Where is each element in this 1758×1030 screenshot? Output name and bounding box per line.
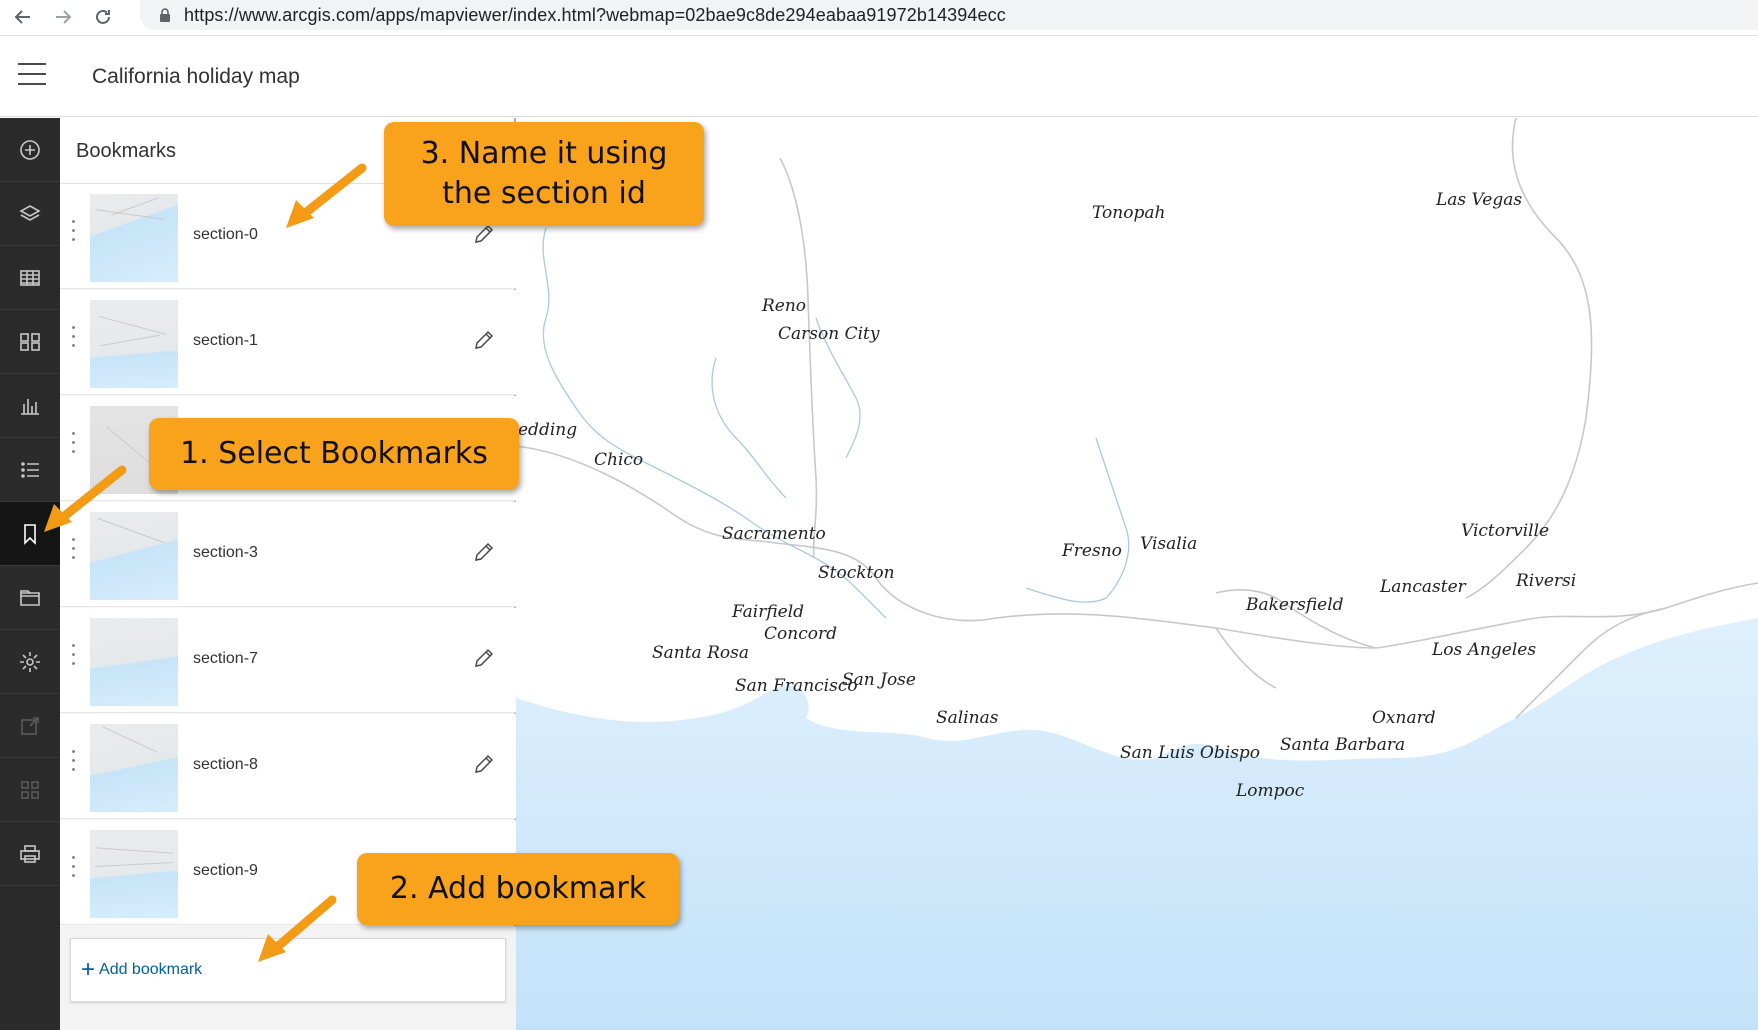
- city-label: Salinas: [936, 708, 999, 728]
- add-bookmark-area: + Add bookmark: [60, 926, 516, 1030]
- drag-handle-icon[interactable]: [72, 750, 76, 778]
- bookmark-thumbnail: [90, 194, 178, 282]
- add-tool-button[interactable]: [0, 118, 60, 182]
- legend-tool-button[interactable]: [0, 438, 60, 502]
- city-label: edding: [518, 420, 578, 440]
- add-bookmark-button[interactable]: + Add bookmark: [70, 938, 506, 1002]
- layers-icon: [19, 204, 41, 221]
- print-tool-button[interactable]: [0, 822, 60, 886]
- charts-tool-button[interactable]: [0, 374, 60, 438]
- callout-step-3-line1: 3. Name it using: [420, 135, 668, 171]
- city-label: Carson City: [778, 324, 880, 344]
- city-label: Chico: [594, 450, 644, 470]
- bookmarks-tool-button[interactable]: [0, 502, 60, 566]
- charts-icon: [21, 398, 39, 415]
- bookmark-name: section-8: [193, 756, 258, 773]
- bookmark-item[interactable]: section-8: [60, 714, 516, 819]
- basemap-tool-button[interactable]: [0, 310, 60, 374]
- pencil-icon[interactable]: [472, 328, 496, 352]
- callout-step-3: 3. Name it using the section id: [384, 122, 704, 226]
- folder-tool-button[interactable]: [0, 566, 60, 630]
- tables-tool-button[interactable]: [0, 246, 60, 310]
- grid-icon: [21, 780, 39, 799]
- city-label: Reno: [762, 296, 807, 316]
- drag-handle-icon[interactable]: [72, 326, 76, 354]
- left-toolbar: [0, 118, 60, 1030]
- print-icon: [20, 844, 40, 863]
- bookmark-thumbnail: [90, 724, 178, 812]
- settings-icon: [20, 651, 40, 672]
- bookmark-thumbnail: [90, 618, 178, 706]
- add-icon: [20, 139, 40, 160]
- pencil-icon[interactable]: [472, 752, 496, 776]
- city-label: Sacramento: [722, 524, 826, 544]
- legend-icon: [21, 461, 39, 478]
- bookmark-name: section-7: [193, 650, 258, 667]
- layers-tool-button[interactable]: [0, 182, 60, 246]
- share-tool-button[interactable]: [0, 694, 60, 758]
- city-label: San Luis Obispo: [1120, 743, 1261, 763]
- share-icon: [21, 716, 39, 735]
- city-label: Riversi: [1516, 571, 1577, 591]
- city-label: Fairfield: [732, 602, 805, 622]
- pencil-icon[interactable]: [472, 540, 496, 564]
- drag-handle-icon[interactable]: [72, 856, 76, 884]
- city-label: Concord: [764, 624, 837, 644]
- map-view[interactable]: Tonopah Las Vegas Reno Carson City eddin…: [516, 118, 1758, 1030]
- folder-icon: [20, 589, 40, 606]
- city-label: Bakersfield: [1246, 595, 1344, 615]
- drag-handle-icon[interactable]: [72, 432, 76, 460]
- bookmark-item[interactable]: section-7: [60, 608, 516, 713]
- city-label: Oxnard: [1372, 708, 1436, 728]
- bookmark-thumbnail: [90, 512, 178, 600]
- city-label: Stockton: [818, 563, 895, 583]
- city-label: Santa Barbara: [1280, 735, 1406, 755]
- callout-step-3-line2: the section id: [442, 176, 646, 211]
- reload-icon[interactable]: [92, 6, 114, 28]
- bookmark-name: section-1: [193, 332, 258, 349]
- city-label: Tonopah: [1092, 203, 1166, 223]
- bookmark-name: section-9: [193, 862, 258, 879]
- lock-icon: [160, 8, 170, 22]
- city-label: Victorville: [1461, 521, 1550, 541]
- pencil-icon[interactable]: [472, 646, 496, 670]
- bookmark-thumbnail: [90, 830, 178, 918]
- bookmark-item[interactable]: section-1: [60, 290, 516, 395]
- hamburger-menu-icon[interactable]: [18, 63, 46, 87]
- address-bar[interactable]: https://www.arcgis.com/apps/mapviewer/in…: [140, 0, 1758, 30]
- add-bookmark-label: Add bookmark: [99, 961, 203, 978]
- city-label: Santa Rosa: [652, 643, 749, 663]
- browser-bar: https://www.arcgis.com/apps/mapviewer/in…: [0, 0, 1758, 36]
- city-label: Fresno: [1062, 541, 1122, 561]
- tables-icon: [20, 269, 40, 286]
- callout-step-1: 1. Select Bookmarks: [149, 418, 519, 490]
- bookmark-icon: [24, 523, 36, 545]
- drag-handle-icon[interactable]: [72, 220, 76, 248]
- city-label: Lancaster: [1380, 577, 1466, 597]
- callout-step-2: 2. Add bookmark: [357, 853, 679, 925]
- bookmark-name: section-3: [193, 544, 258, 561]
- plus-icon: +: [81, 956, 96, 983]
- city-label: Los Angeles: [1432, 640, 1537, 660]
- city-label: Las Vegas: [1436, 190, 1523, 210]
- basemap-icon: [20, 332, 40, 351]
- bookmark-item[interactable]: section-3: [60, 502, 516, 607]
- bookmark-name: section-0: [193, 226, 258, 243]
- grid-tool-button[interactable]: [0, 758, 60, 822]
- forward-arrow-icon[interactable]: [52, 6, 74, 28]
- bookmark-thumbnail: [90, 300, 178, 388]
- city-label: Lompoc: [1236, 781, 1305, 801]
- drag-handle-icon[interactable]: [72, 644, 76, 672]
- back-arrow-icon[interactable]: [12, 6, 34, 28]
- url-text: https://www.arcgis.com/apps/mapviewer/in…: [184, 4, 1006, 25]
- city-label: Visalia: [1140, 534, 1198, 554]
- app-title: California holiday map: [92, 65, 300, 88]
- settings-tool-button[interactable]: [0, 630, 60, 694]
- app-header: California holiday map: [0, 37, 1758, 117]
- city-label: San Francisco: [735, 676, 858, 696]
- drag-handle-icon[interactable]: [72, 538, 76, 566]
